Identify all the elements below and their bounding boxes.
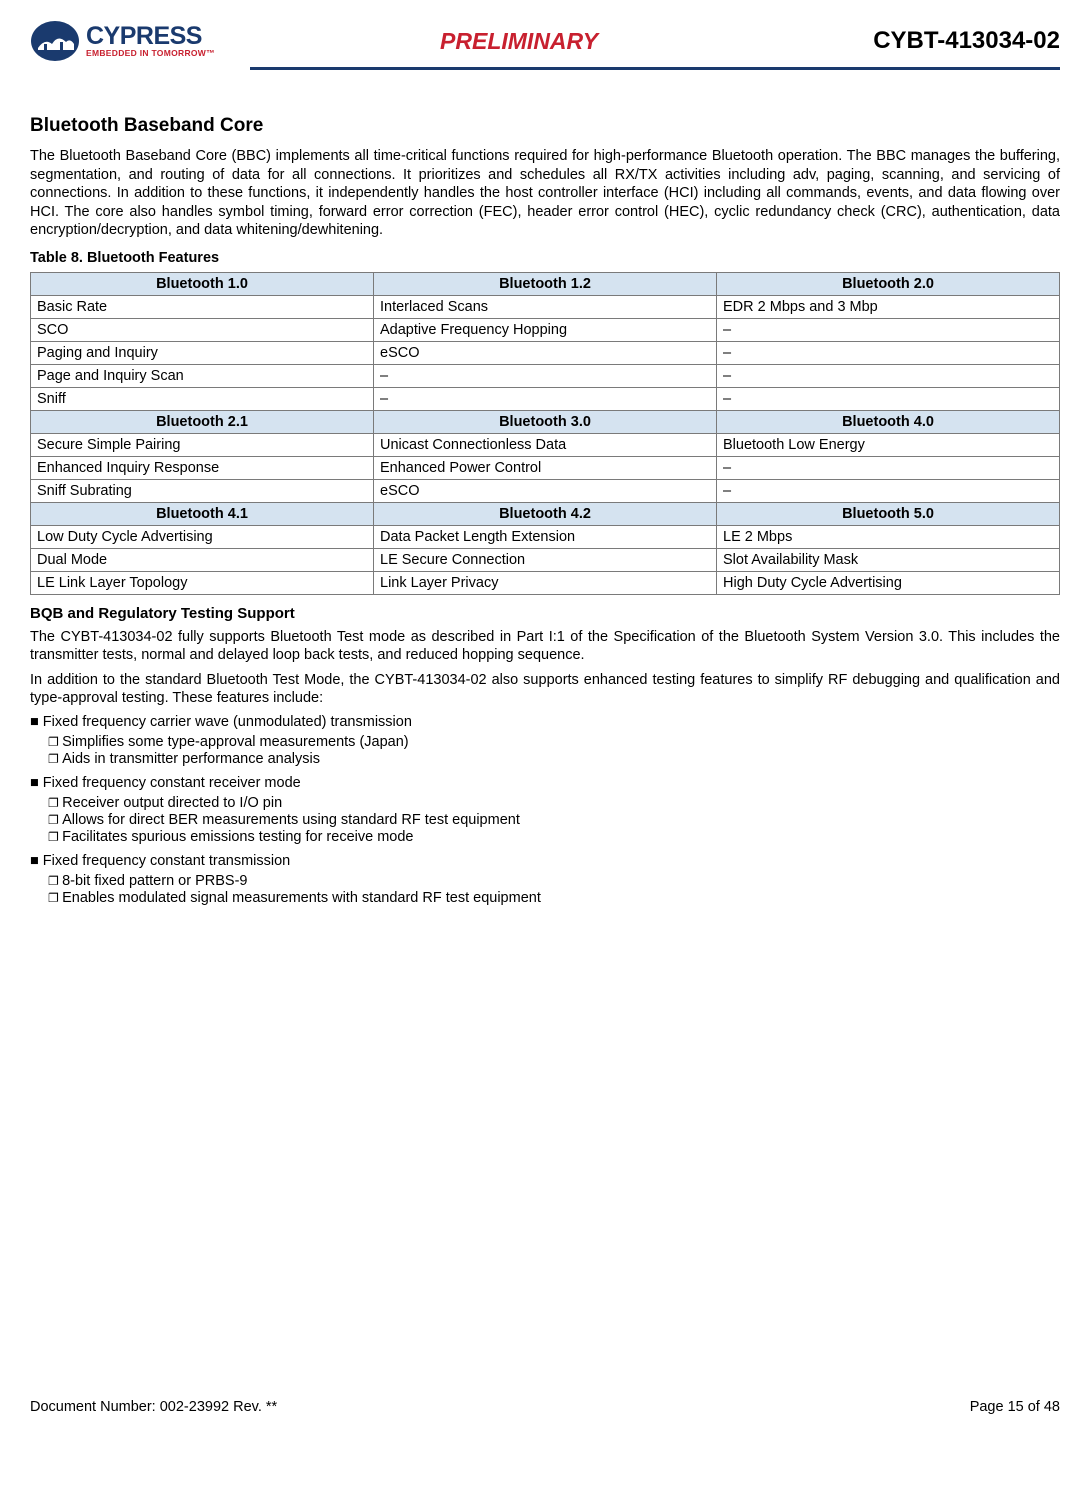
table-caption: Table 8. Bluetooth Features [30,250,1060,266]
part-number: CYBT-413034-02 [873,27,1060,55]
table-cell: – [717,456,1060,479]
sub-list-item: Enables modulated signal measurements wi… [48,890,1060,906]
table-cell: Interlaced Scans [374,295,717,318]
table-cell: – [717,479,1060,502]
list-item: Fixed frequency carrier wave (unmodulate… [30,714,1060,730]
sub-list-item: Aids in transmitter performance analysis [48,751,1060,767]
header-rule [30,66,1060,70]
table-cell: Sniff Subrating [31,479,374,502]
cypress-logo-icon [30,20,80,62]
table-cell: Adaptive Frequency Hopping [374,318,717,341]
table-cell: Paging and Inquiry [31,341,374,364]
table-cell: – [717,387,1060,410]
table-cell: Enhanced Power Control [374,456,717,479]
table-cell: Secure Simple Pairing [31,433,374,456]
table-cell: LE Link Layer Topology [31,571,374,594]
table-cell: Enhanced Inquiry Response [31,456,374,479]
table-cell: Slot Availability Mask [717,548,1060,571]
table-header: Bluetooth 1.2 [374,272,717,295]
subsection-heading: BQB and Regulatory Testing Support [30,605,1060,622]
bluetooth-features-table: Bluetooth 1.0Bluetooth 1.2Bluetooth 2.0 B… [30,272,1060,595]
table-header: Bluetooth 2.1 [31,410,374,433]
table-header: Bluetooth 4.1 [31,502,374,525]
table-cell: EDR 2 Mbps and 3 Mbp [717,295,1060,318]
sub-list-item: 8-bit fixed pattern or PRBS-9 [48,873,1060,889]
sub-list-item: Simplifies some type-approval measuremen… [48,734,1060,750]
sub-paragraph-2: In addition to the standard Bluetooth Te… [30,671,1060,708]
sub-list-item: Allows for direct BER measurements using… [48,812,1060,828]
page-footer: Document Number: 002-23992 Rev. ** Page … [30,1399,1060,1415]
sub-list-item: Receiver output directed to I/O pin [48,795,1060,811]
table-cell: LE 2 Mbps [717,525,1060,548]
sub-paragraph-1: The CYBT-413034-02 fully supports Blueto… [30,628,1060,665]
table-cell: eSCO [374,341,717,364]
preliminary-label: PRELIMINARY [165,28,873,55]
table-cell: Link Layer Privacy [374,571,717,594]
list-item: Fixed frequency constant transmission [30,853,1060,869]
table-header: Bluetooth 4.0 [717,410,1060,433]
section-heading: Bluetooth Baseband Core [30,115,1060,137]
feature-list: Fixed frequency carrier wave (unmodulate… [30,714,1060,906]
table-header: Bluetooth 1.0 [31,272,374,295]
sub-list-item: Facilitates spurious emissions testing f… [48,829,1060,845]
table-cell: – [374,364,717,387]
table-header: Bluetooth 5.0 [717,502,1060,525]
table-cell: High Duty Cycle Advertising [717,571,1060,594]
page-number: Page 15 of 48 [970,1399,1060,1415]
table-cell: Basic Rate [31,295,374,318]
intro-paragraph: The Bluetooth Baseband Core (BBC) implem… [30,147,1060,240]
page-header: CYPRESS EMBEDDED IN TOMORROW™ PRELIMINAR… [30,20,1060,64]
document-number: Document Number: 002-23992 Rev. ** [30,1399,277,1415]
table-cell: Unicast Connectionless Data [374,433,717,456]
table-header: Bluetooth 2.0 [717,272,1060,295]
table-cell: Page and Inquiry Scan [31,364,374,387]
table-cell: – [717,364,1060,387]
table-cell: LE Secure Connection [374,548,717,571]
table-cell: SCO [31,318,374,341]
table-cell: – [374,387,717,410]
table-cell: Bluetooth Low Energy [717,433,1060,456]
table-header: Bluetooth 4.2 [374,502,717,525]
table-cell: – [717,341,1060,364]
table-header: Bluetooth 3.0 [374,410,717,433]
list-item: Fixed frequency constant receiver mode [30,775,1060,791]
table-cell: Low Duty Cycle Advertising [31,525,374,548]
table-cell: Data Packet Length Extension [374,525,717,548]
table-cell: Dual Mode [31,548,374,571]
table-cell: eSCO [374,479,717,502]
table-cell: – [717,318,1060,341]
table-cell: Sniff [31,387,374,410]
